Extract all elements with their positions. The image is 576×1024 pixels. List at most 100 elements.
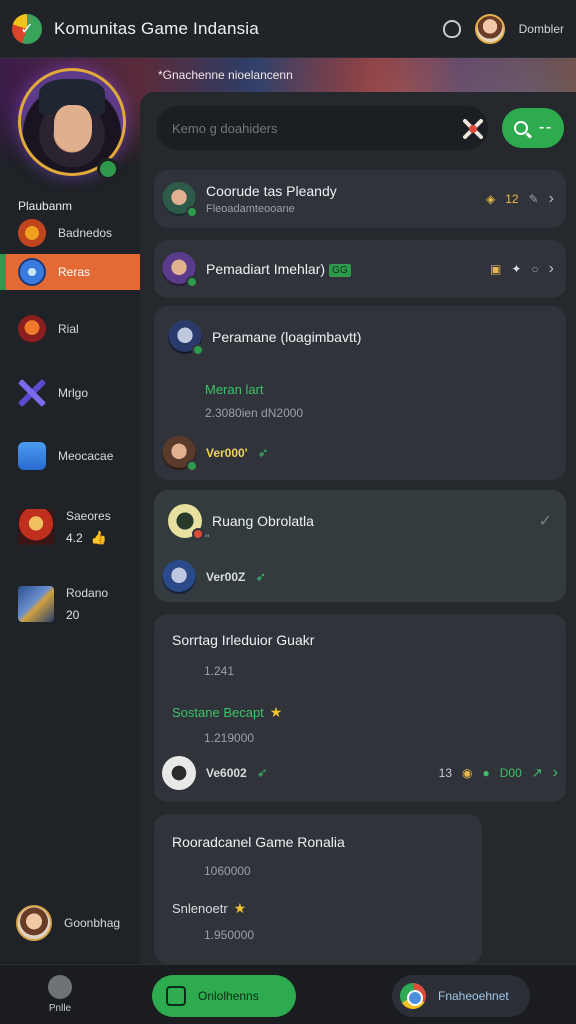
group-avatar [168,504,204,540]
card-text: Coorude tas Pleandy Fleoadamteooane [206,183,337,215]
search-button[interactable]: ⁃⁃ [502,108,564,148]
sidebar-item-meocacae[interactable]: Meocacae [0,438,140,474]
sidebar-footer-user[interactable]: Goonbhag [16,905,120,941]
card-title: Coorude tas Pleandy [206,183,337,199]
author-avatar [162,436,198,472]
reply-icon[interactable]: ↗ [532,765,543,781]
game-controller-icon[interactable] [462,118,484,140]
notification-icon[interactable] [442,19,461,38]
pill-label: Onlolhenns [198,989,259,1003]
sidebar-item-meta: 20 [66,604,108,626]
check-icon: ✓ [538,513,552,530]
sidebar-item-saeores[interactable]: Saeores 4.2 👍 [0,499,140,555]
sidebar-item-label: Rial [58,322,79,336]
search-input[interactable] [172,120,432,136]
sidebar-item-reras[interactable]: Reras [0,254,140,290]
upvote-icon[interactable]: ➶ [258,445,269,461]
sidebar-item-mrlgo[interactable]: Mrlgo [0,375,140,411]
card-subtitle: Fleoadamteooane [206,203,295,215]
header-actions: Dombler [442,13,564,44]
discussion-card[interactable]: Peramane (loagimbavtt) Meran lart 2.3080… [154,306,566,480]
pill-label: Fnaheoehnet [438,989,509,1003]
card-meta: 1.241 [204,664,235,678]
card-title: Rooradcanel Game Ronalia [172,834,345,850]
sidebar-item-label: Badnedos [58,226,113,240]
card-meta: 2.3080ien dN2000 [205,406,304,420]
card-highlight-row: Sostane Becapt ★ [172,704,282,721]
card-tag: GG [329,263,351,277]
discussion-card[interactable]: Rooradcanel Game Ronalia 1060000 Snlenoe… [154,814,482,964]
card-header: Ruang Obrolatla ✓ [168,504,552,540]
sidebar-item-rial[interactable]: Rial [0,311,140,347]
card-meta: 1060000 [204,864,251,878]
card-stats: ▣ ✦ ○ › [490,260,554,278]
more-icon: ⁃⁃ [538,119,552,136]
card-stats: ◈ 12 ✎ › [486,190,554,208]
warrior-avatar-icon [18,509,54,545]
alert-dot-icon [192,528,204,540]
online-dot-icon [186,460,198,472]
upvote-icon[interactable]: ➶ [255,569,266,585]
card-title: Sorrtag Irleduior Guakr [172,632,315,648]
browser-tab-button[interactable]: Fnaheoehnet [392,975,530,1017]
sidebar-item-label: Saeores [66,509,111,523]
card-highlight-row: Snlenoetr ★ [172,900,246,917]
card-author: Ver000' ➶ [162,436,269,472]
card-header: Peramane (loagimbavtt) [168,320,552,356]
circle-icon: ○ [531,262,539,276]
diamond-icon: ◈ [486,192,496,206]
user-name[interactable]: Dombler [519,22,564,36]
app-logo-icon[interactable] [12,13,42,44]
author-name[interactable]: Ver000' [206,446,248,460]
group-avatar [168,320,204,356]
chevron-right-icon[interactable]: › [549,260,554,278]
card-highlight: Sostane Becapt [172,705,264,720]
trophy-icon [18,219,46,247]
bottom-nav: Pnlle Onlolhenns Fnaheoehnet [0,964,576,1024]
card-text: Pemadiart Imehlar) GG [206,261,351,277]
upvote-icon[interactable]: ➶ [257,765,268,781]
author-name[interactable]: Ver00Z [206,570,245,584]
search-icon [514,121,528,135]
face-graphic [54,105,92,151]
sidebar-item-rodano[interactable]: Rodano 20 [0,576,140,632]
inbox-icon [18,442,46,470]
online-status-icon [97,158,119,180]
chat-room-card[interactable]: Ruang Obrolatla ✓ " Ver00Z ➶ [154,490,566,602]
card-count: 12 [505,192,519,206]
footer-avatar [16,905,52,941]
card-highlight: Meran lart [205,382,264,397]
sidebar-item-label: Mrlgo [58,386,89,400]
author-avatar [162,756,196,790]
sidebar-item-value: 4.2 [66,531,83,545]
coin-icon: ◉ [462,766,473,780]
search-bar [156,106,488,150]
chevron-right-icon[interactable]: › [549,190,554,208]
star-icon: ★ [269,704,283,720]
author-name[interactable]: Ve6002 [206,766,247,780]
group-avatar [162,252,198,288]
sidebar-item-label: Reras [58,265,91,279]
chat-square-icon [166,986,186,1006]
community-card[interactable]: Pemadiart Imehlar) GG ▣ ✦ ○ › [154,240,566,298]
footer-user-name: Goonbhag [64,916,121,930]
app-title: Komunitas Game Indansia [54,18,259,38]
nav-home[interactable]: Pnlle [40,975,80,1014]
check-circle-icon: ● [482,766,490,780]
sidebar-item-badnedos[interactable]: Badnedos [0,215,140,251]
card-meta-secondary: 1.219000 [204,731,255,745]
online-dot-icon [192,344,204,356]
author-avatar [162,560,196,594]
gift-icon: ▣ [490,262,502,276]
card-meta-secondary: 1.950000 [204,928,255,942]
discussion-card[interactable]: Sorrtag Irleduior Guakr 1.241 Sostane Be… [154,614,566,802]
community-card[interactable]: Coorude tas Pleandy Fleoadamteooane ◈ 12… [154,170,566,228]
sidebar: Plaubanm Badnedos Reras Rial Mrlgo Meoca… [0,163,140,963]
banner-caption: *Gnachenne nioelancenn [158,68,293,82]
community-tab-button[interactable]: Onlolhenns [152,975,296,1017]
main-content: ⁃⁃ Coorude tas Pleandy Fleoadamteooane ◈… [140,92,576,964]
nav-home-label: Pnlle [48,1003,72,1014]
sidebar-item-text: Rodano 20 [66,582,108,626]
user-avatar[interactable] [474,13,505,44]
chevron-right-icon[interactable]: › [553,764,558,782]
